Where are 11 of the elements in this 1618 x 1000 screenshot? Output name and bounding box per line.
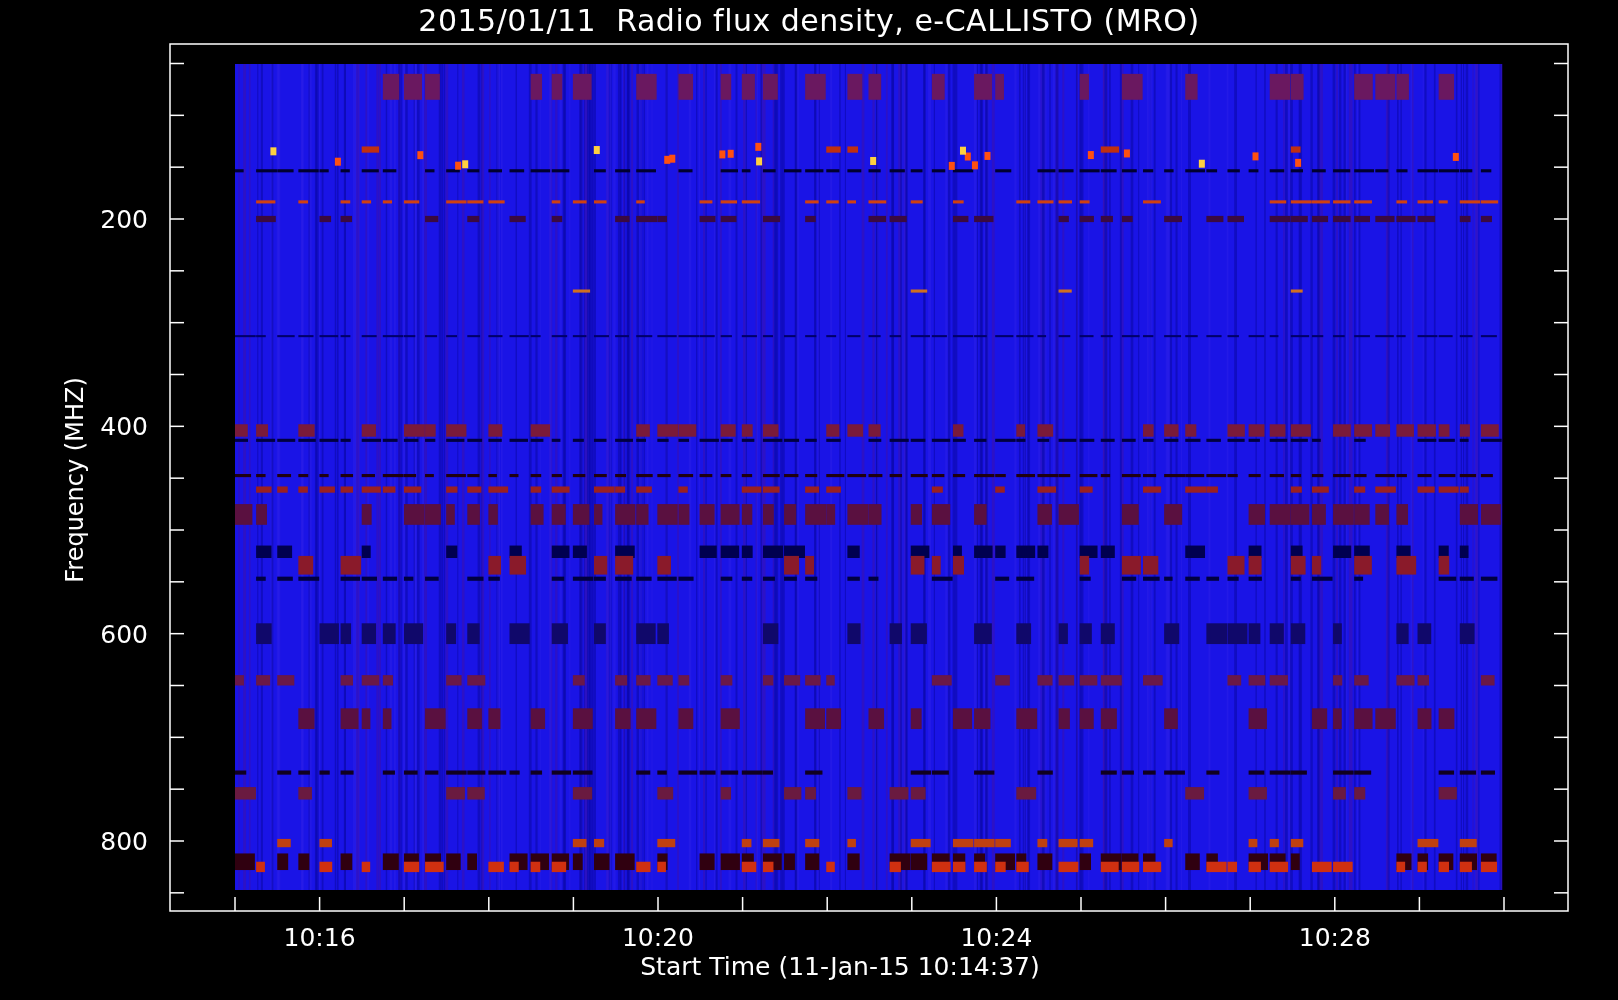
tick-label: 200	[100, 205, 148, 234]
tick-label: 10:20	[622, 923, 694, 952]
tick-label: 10:16	[283, 923, 356, 952]
axis-title: Frequency (MHZ)	[61, 377, 89, 583]
tick-label: 10:28	[1298, 923, 1371, 952]
tick-label: 400	[100, 412, 148, 442]
tick-label: 10:24	[960, 923, 1033, 952]
tick-label: 600	[100, 619, 148, 649]
tick-label: 800	[100, 827, 148, 856]
chart-title: 2015/01/11 Radio flux density, e-CALLISTO (MRO)	[418, 2, 1200, 40]
axis-title: Start Time (11-Jan-15 10:14:37)	[640, 952, 1040, 981]
